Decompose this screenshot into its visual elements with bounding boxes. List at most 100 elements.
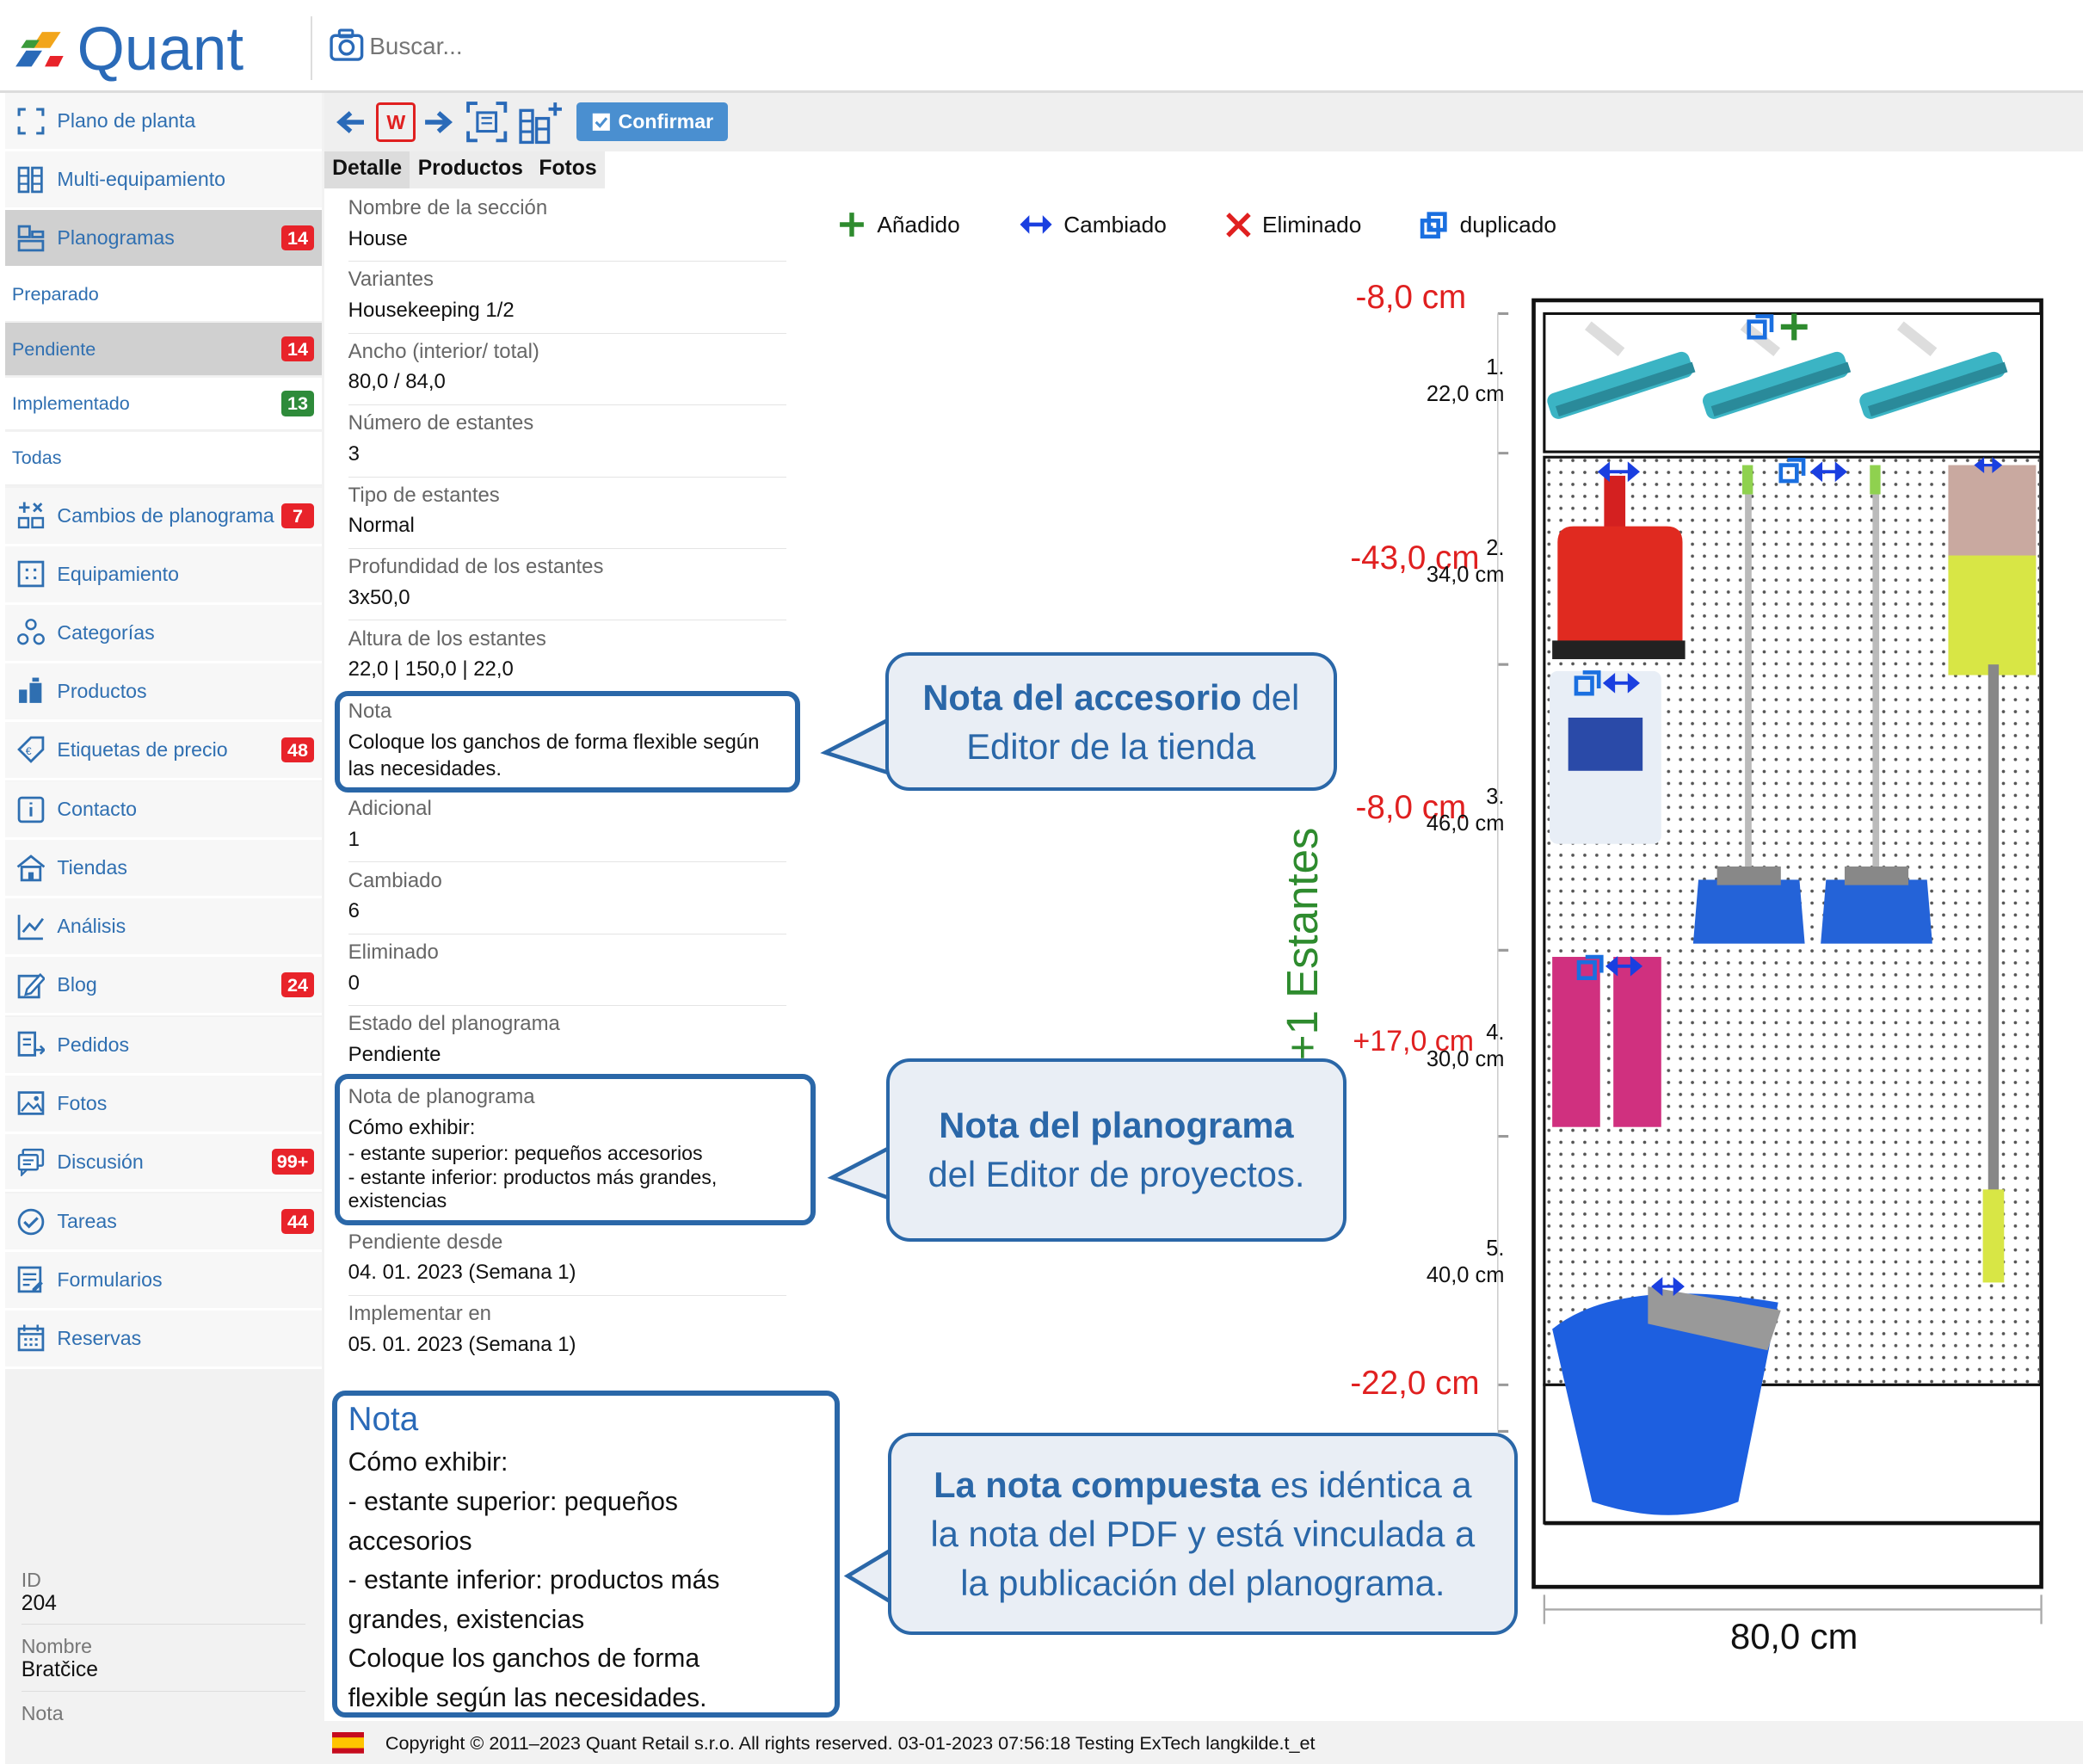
floor-plan-icon — [16, 107, 46, 136]
added-shelves-label: +1 Estantes — [1277, 827, 1327, 1060]
sidebar-item-stores[interactable]: Tiendas — [5, 840, 322, 899]
field-planogram-status: Estado del planograma Pendiente — [348, 1011, 787, 1076]
field-label: Número de estantes — [348, 411, 534, 435]
field-shelf-depth: Profundidad de los estantes 3x50,0 — [348, 554, 787, 621]
sidebar-item-orders[interactable]: Pedidos — [5, 1016, 322, 1076]
forms-icon — [16, 1265, 46, 1294]
field-value: 0 — [348, 971, 360, 995]
sidebar-item-blog[interactable]: Blog 24 — [5, 957, 322, 1016]
field-value: Housekeeping 1/2 — [348, 298, 515, 322]
confirm-button[interactable]: Confirmar — [576, 102, 729, 141]
legend-label: duplicado — [1459, 211, 1556, 237]
count-badge: 14 — [281, 336, 314, 362]
spain-flag-icon[interactable] — [332, 1732, 365, 1755]
search-input[interactable] — [369, 28, 768, 65]
sidebar-item-price-tags[interactable]: € Etiquetas de precio 48 — [5, 721, 322, 780]
composite-note-line: Cómo exhibir: — [348, 1448, 508, 1477]
categories-icon — [16, 618, 46, 647]
sidebar-item-planogram-changes[interactable]: Cambios de planograma 7 — [5, 487, 322, 546]
discussion-icon — [16, 1147, 46, 1176]
height-delta-label: -22,0 cm — [1350, 1365, 1480, 1403]
width-label: 80,0 cm — [1730, 1616, 1858, 1657]
shelf-number: 1. — [1486, 355, 1505, 380]
shelf-number: 3. — [1486, 785, 1505, 810]
count-badge: 48 — [281, 737, 314, 762]
sidebar-item-floor-plan[interactable]: Plano de planta — [5, 93, 322, 152]
app-logo[interactable]: Quant — [77, 15, 244, 83]
calendar-icon — [16, 1323, 46, 1353]
multi-equipment-icon — [16, 165, 46, 194]
tab-detail[interactable]: Detalle — [324, 151, 410, 189]
cloth-product — [1552, 957, 1600, 1127]
arrow-right-icon[interactable] — [422, 108, 454, 137]
field-label: Nota — [348, 700, 392, 724]
sidebar-item-products[interactable]: Productos — [5, 663, 322, 722]
mop-refill-product — [1549, 671, 1661, 844]
callout-bold: Nota del planograma — [939, 1104, 1294, 1145]
sidebar-item-reservations[interactable]: Reservas — [5, 1310, 322, 1369]
sidebar-item-multi-equipment[interactable]: Multi-equipamiento — [5, 151, 322, 211]
sidebar-item-tasks[interactable]: Tareas 44 — [5, 1193, 322, 1252]
field-label: Profundidad de los estantes — [348, 555, 604, 579]
select-area-icon[interactable] — [465, 101, 508, 143]
sidebar-item-forms[interactable]: Formularios — [5, 1252, 322, 1311]
sidebar-subitem-label: Implementado — [11, 392, 130, 415]
field-shelf-type: Tipo de estantes Normal — [348, 483, 787, 549]
sidebar-item-label: Plano de planta — [57, 109, 196, 133]
sidebar-item-categories[interactable]: Categorías — [5, 604, 322, 663]
sidebar-item-planograms[interactable]: Planogramas 14 — [5, 210, 322, 268]
sidebar-item-label: Pedidos — [57, 1033, 130, 1056]
field-width: Ancho (interior/ total) 80,0 / 84,0 — [348, 339, 787, 406]
count-badge: 7 — [281, 503, 314, 528]
add-shelving-icon[interactable] — [518, 100, 564, 145]
count-badge: 13 — [281, 391, 314, 416]
w-button[interactable]: W — [376, 102, 416, 143]
sidebar-subitem-implemented[interactable]: Implementado 13 — [5, 377, 322, 431]
field-added: Adicional 1 — [348, 796, 787, 863]
field-label: Ancho (interior/ total) — [348, 339, 539, 363]
camera-search-icon[interactable] — [329, 28, 365, 64]
shelf-label: 1. 22,0 cm — [1382, 355, 1505, 408]
planogram-icon — [16, 224, 46, 253]
sidebar-item-contact[interactable]: Contacto — [5, 781, 322, 841]
count-badge: 14 — [281, 225, 314, 251]
sidebar-subitem-all[interactable]: Todas — [5, 431, 322, 485]
arrow-left-icon[interactable] — [335, 108, 367, 137]
sidebar-item-equipment[interactable]: Equipamiento — [5, 546, 322, 605]
shelf-number: 4. — [1486, 1020, 1505, 1045]
sidebar-item-photos[interactable]: Fotos — [5, 1075, 322, 1134]
field-label: Estado del planograma — [348, 1012, 560, 1036]
shelf-label: 5. 40,0 cm — [1382, 1236, 1505, 1289]
tab-photos[interactable]: Fotos — [531, 151, 605, 189]
legend-label: Cambiado — [1063, 211, 1167, 237]
copyright-text: Copyright © 2011–2023 Quant Retail s.r.o… — [385, 1731, 1316, 1754]
sidebar-item-label: Cambios de planograma — [57, 503, 274, 527]
tab-products[interactable]: Productos — [410, 151, 532, 189]
double-arrow-icon — [1020, 215, 1052, 234]
callout-bold: Nota del accesorio — [922, 676, 1242, 718]
sidebar-item-label: Tiendas — [57, 856, 127, 879]
quant-logo-icon — [15, 32, 65, 67]
shelf-number: 2. — [1486, 536, 1505, 561]
shelf-label: 4. 30,0 cm — [1382, 1020, 1505, 1073]
field-label: Pendiente desde — [348, 1230, 503, 1254]
composite-note: Nota Cómo exhibir: - estante superior: p… — [348, 1398, 827, 1718]
orders-icon — [16, 1030, 46, 1059]
field-value: 80,0 / 84,0 — [348, 370, 446, 394]
sidebar-item-label: Formularios — [57, 1267, 163, 1291]
legend-label: Eliminado — [1262, 211, 1362, 237]
tab-bar: Detalle Productos Fotos — [324, 151, 605, 189]
sidebar-item-discussion[interactable]: Discusión 99+ — [5, 1133, 322, 1193]
field-value: 04. 01. 2023 (Semana 1) — [348, 1261, 576, 1285]
sidebar-item-label: Planogramas — [57, 226, 175, 249]
sidebar-subitem-prepared[interactable]: Preparado — [5, 268, 322, 322]
footer: Copyright © 2011–2023 Quant Retail s.r.o… — [324, 1721, 2083, 1764]
sidebar-item-label: Reservas — [57, 1326, 142, 1349]
callout-text: del Editor de proyectos. — [927, 1154, 1305, 1195]
sidebar-subitem-pending[interactable]: Pendiente 14 — [5, 323, 322, 377]
field-value: Normal — [348, 514, 415, 538]
sidebar-item-analysis[interactable]: Análisis — [5, 898, 322, 958]
planogram-changes-icon — [16, 501, 46, 530]
shelf-height: 34,0 cm — [1426, 563, 1505, 588]
field-value: House — [348, 226, 408, 250]
